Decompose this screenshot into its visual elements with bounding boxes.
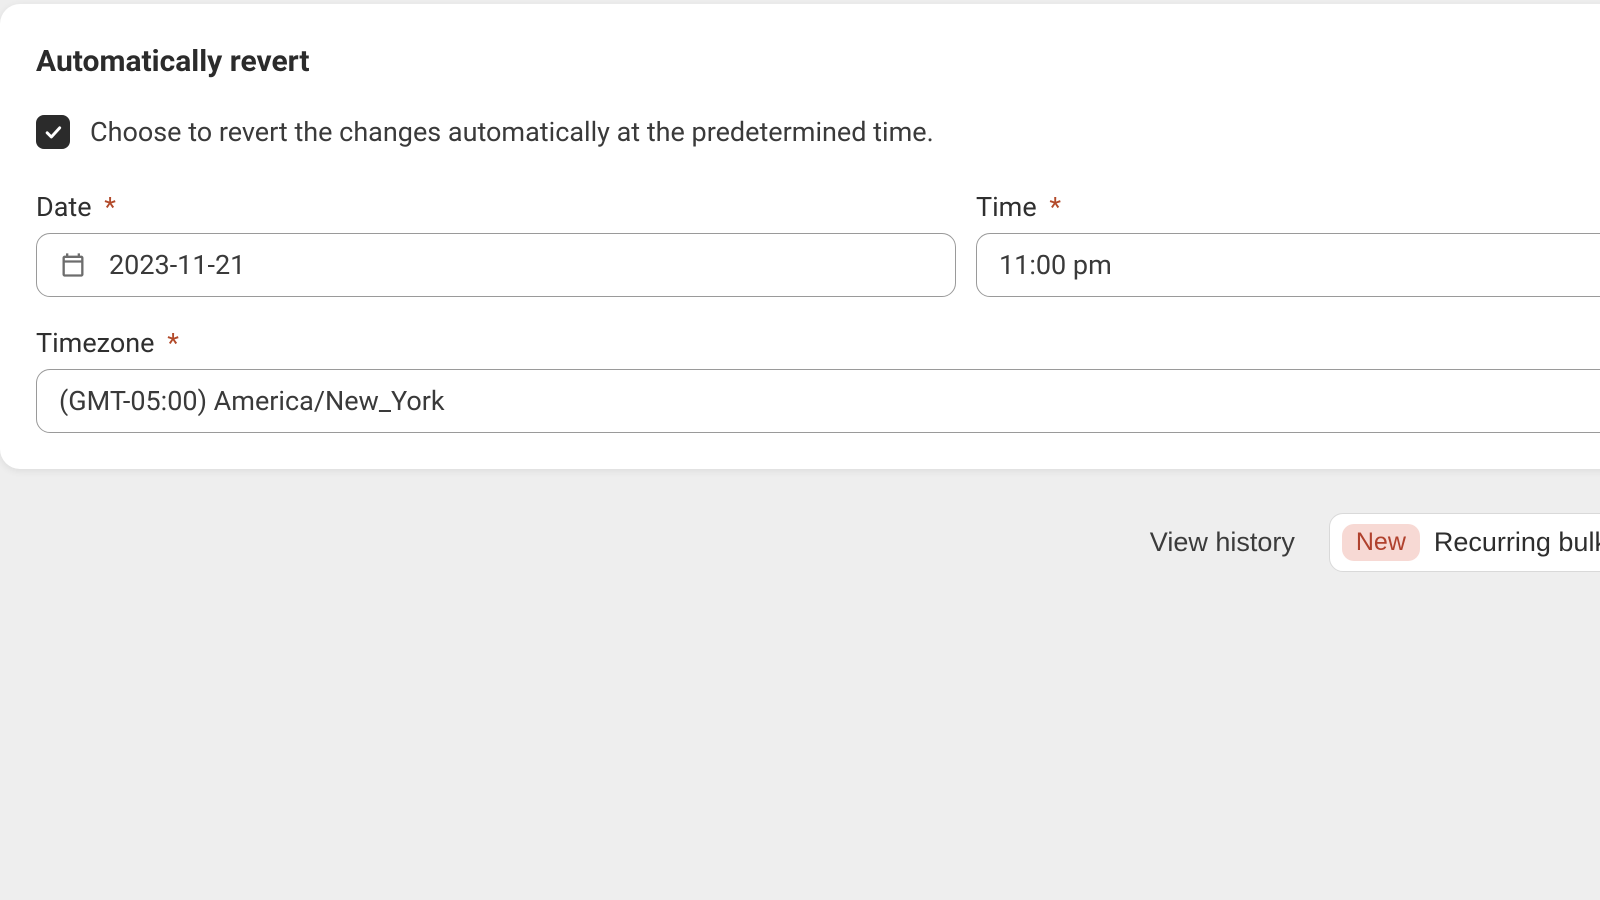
time-label-text: Time bbox=[976, 191, 1037, 223]
time-field: Time * 11:00 pm bbox=[976, 191, 1600, 297]
date-label-text: Date bbox=[36, 191, 92, 223]
required-mark: * bbox=[104, 191, 116, 223]
recurring-label: Recurring bulk edit bbox=[1434, 527, 1600, 558]
calendar-icon bbox=[59, 251, 87, 279]
check-icon bbox=[43, 122, 63, 142]
timezone-value: (GMT-05:00) America/New_York bbox=[59, 385, 445, 417]
time-value: 11:00 pm bbox=[999, 249, 1112, 281]
checkbox-label: Choose to revert the changes automatical… bbox=[90, 116, 934, 148]
timezone-input[interactable]: (GMT-05:00) America/New_York bbox=[36, 369, 1600, 433]
time-input[interactable]: 11:00 pm bbox=[976, 233, 1600, 297]
timezone-label-text: Timezone bbox=[36, 327, 154, 359]
recurring-bulk-edit-button[interactable]: New Recurring bulk edit bbox=[1329, 513, 1600, 572]
required-mark: * bbox=[167, 327, 179, 359]
card-title: Automatically revert bbox=[36, 44, 1600, 79]
new-badge: New bbox=[1342, 524, 1420, 561]
timezone-label: Timezone * bbox=[36, 327, 1600, 359]
timezone-field: Timezone * (GMT-05:00) America/New_York bbox=[36, 327, 1600, 433]
date-field: Date * 2023-11-21 bbox=[36, 191, 956, 297]
required-mark: * bbox=[1049, 191, 1061, 223]
footer-actions: View history New Recurring bulk edit bbox=[0, 469, 1600, 572]
auto-revert-checkbox[interactable] bbox=[36, 115, 70, 149]
time-label: Time * bbox=[976, 191, 1600, 223]
view-history-button[interactable]: View history bbox=[1150, 527, 1295, 558]
date-input[interactable]: 2023-11-21 bbox=[36, 233, 956, 297]
date-value: 2023-11-21 bbox=[109, 249, 245, 281]
checkbox-row: Choose to revert the changes automatical… bbox=[36, 115, 1600, 149]
auto-revert-card: Automatically revert Choose to revert th… bbox=[0, 4, 1600, 469]
date-label: Date * bbox=[36, 191, 956, 223]
